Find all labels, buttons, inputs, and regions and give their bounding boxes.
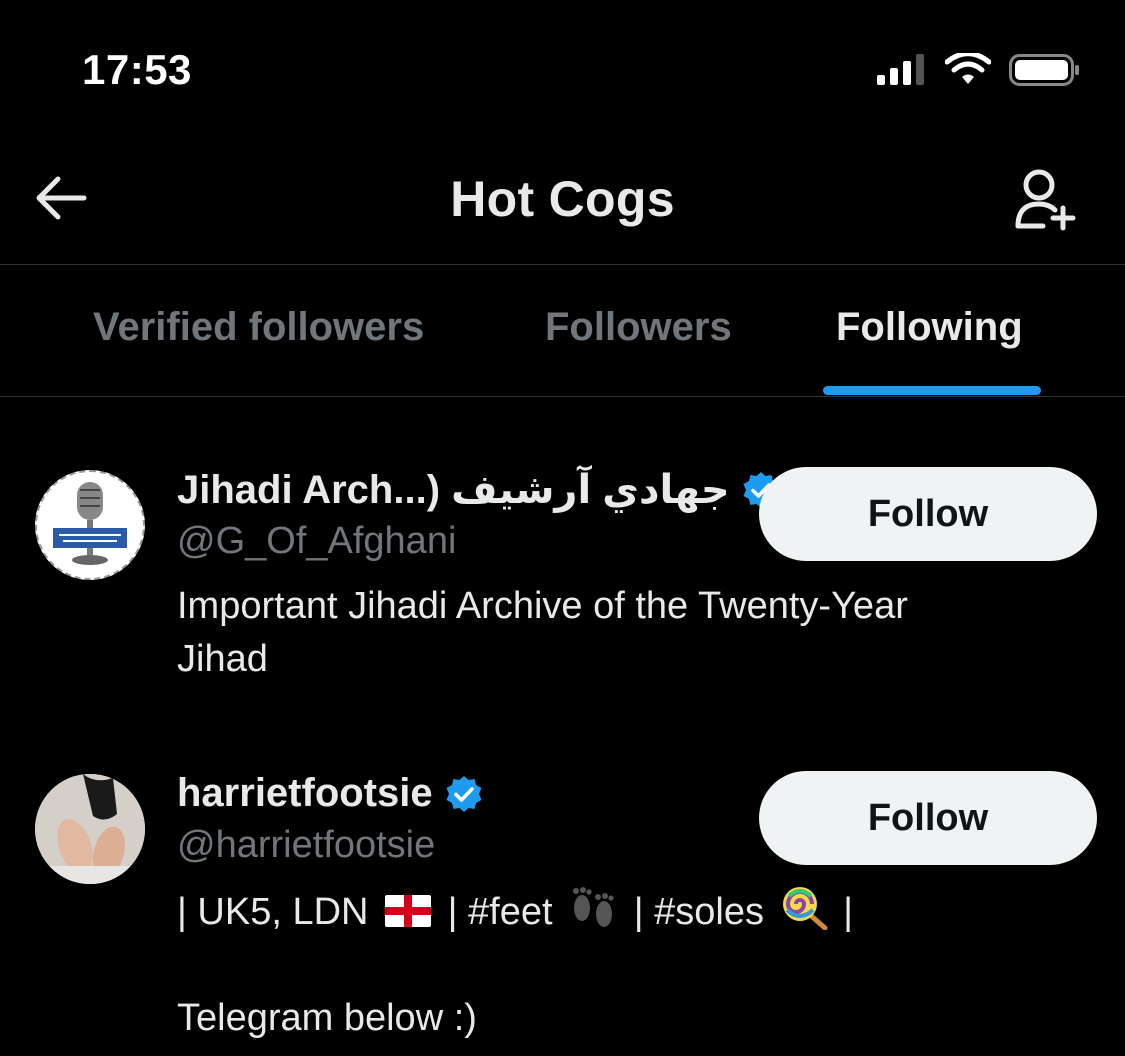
display-name: harrietfootsie bbox=[177, 771, 433, 815]
add-user-button[interactable] bbox=[1013, 166, 1077, 232]
bio-blank-line bbox=[177, 939, 1057, 992]
status-icons bbox=[877, 50, 1081, 90]
battery-icon bbox=[1009, 54, 1079, 86]
bio-line: | UK5, LDN | #feet | #soles | bbox=[177, 884, 1057, 939]
following-screen: 17:53 Hot Cogs Verified followers Follow… bbox=[0, 0, 1125, 1056]
bio-text: | UK5, LDN bbox=[177, 891, 369, 933]
tab-following[interactable]: Following bbox=[836, 305, 1023, 350]
follow-button[interactable]: Follow bbox=[759, 467, 1097, 561]
display-name: Jihadi Arch...) جهادي آرشيف bbox=[177, 468, 730, 512]
user-name-line[interactable]: harrietfootsie bbox=[177, 771, 483, 816]
bio-line: Important Jihadi Archive of the Twenty-Y… bbox=[177, 585, 908, 627]
page-title: Hot Cogs bbox=[450, 171, 675, 227]
microphone-icon bbox=[53, 482, 127, 565]
signal-icon bbox=[877, 54, 924, 85]
bio-text: | #soles bbox=[633, 891, 764, 933]
bio-text: | #feet bbox=[447, 891, 553, 933]
lollipop-icon bbox=[782, 887, 828, 930]
user-name-line[interactable]: Jihadi Arch...) جهادي آرشيف bbox=[177, 467, 780, 513]
bio-text: | bbox=[843, 891, 853, 933]
tabs-divider bbox=[0, 396, 1125, 397]
user-handle: @G_Of_Afghani bbox=[177, 520, 457, 562]
wifi-icon bbox=[945, 53, 991, 84]
verified-badge-icon bbox=[446, 775, 482, 812]
footprints-icon bbox=[573, 887, 614, 927]
avatar[interactable] bbox=[35, 470, 145, 580]
add-user-icon bbox=[1015, 169, 1076, 231]
follow-button[interactable]: Follow bbox=[759, 771, 1097, 865]
tab-followers[interactable]: Followers bbox=[545, 305, 732, 350]
avatar[interactable] bbox=[35, 774, 145, 884]
user-handle: @harrietfootsie bbox=[177, 824, 436, 866]
profile-photo bbox=[35, 774, 145, 884]
active-tab-indicator bbox=[823, 386, 1041, 395]
tab-verified-followers[interactable]: Verified followers bbox=[93, 305, 424, 350]
bio-line: Telegram below :) bbox=[177, 997, 477, 1039]
status-time: 17:53 bbox=[82, 46, 192, 93]
user-bio: | UK5, LDN | #feet | #soles | Telegram b… bbox=[177, 884, 1057, 1045]
bio-line: Jihad bbox=[177, 638, 268, 680]
header-divider bbox=[0, 264, 1125, 265]
user-bio: Important Jihadi Archive of the Twenty-Y… bbox=[177, 580, 1057, 686]
england-flag-icon bbox=[385, 895, 432, 927]
